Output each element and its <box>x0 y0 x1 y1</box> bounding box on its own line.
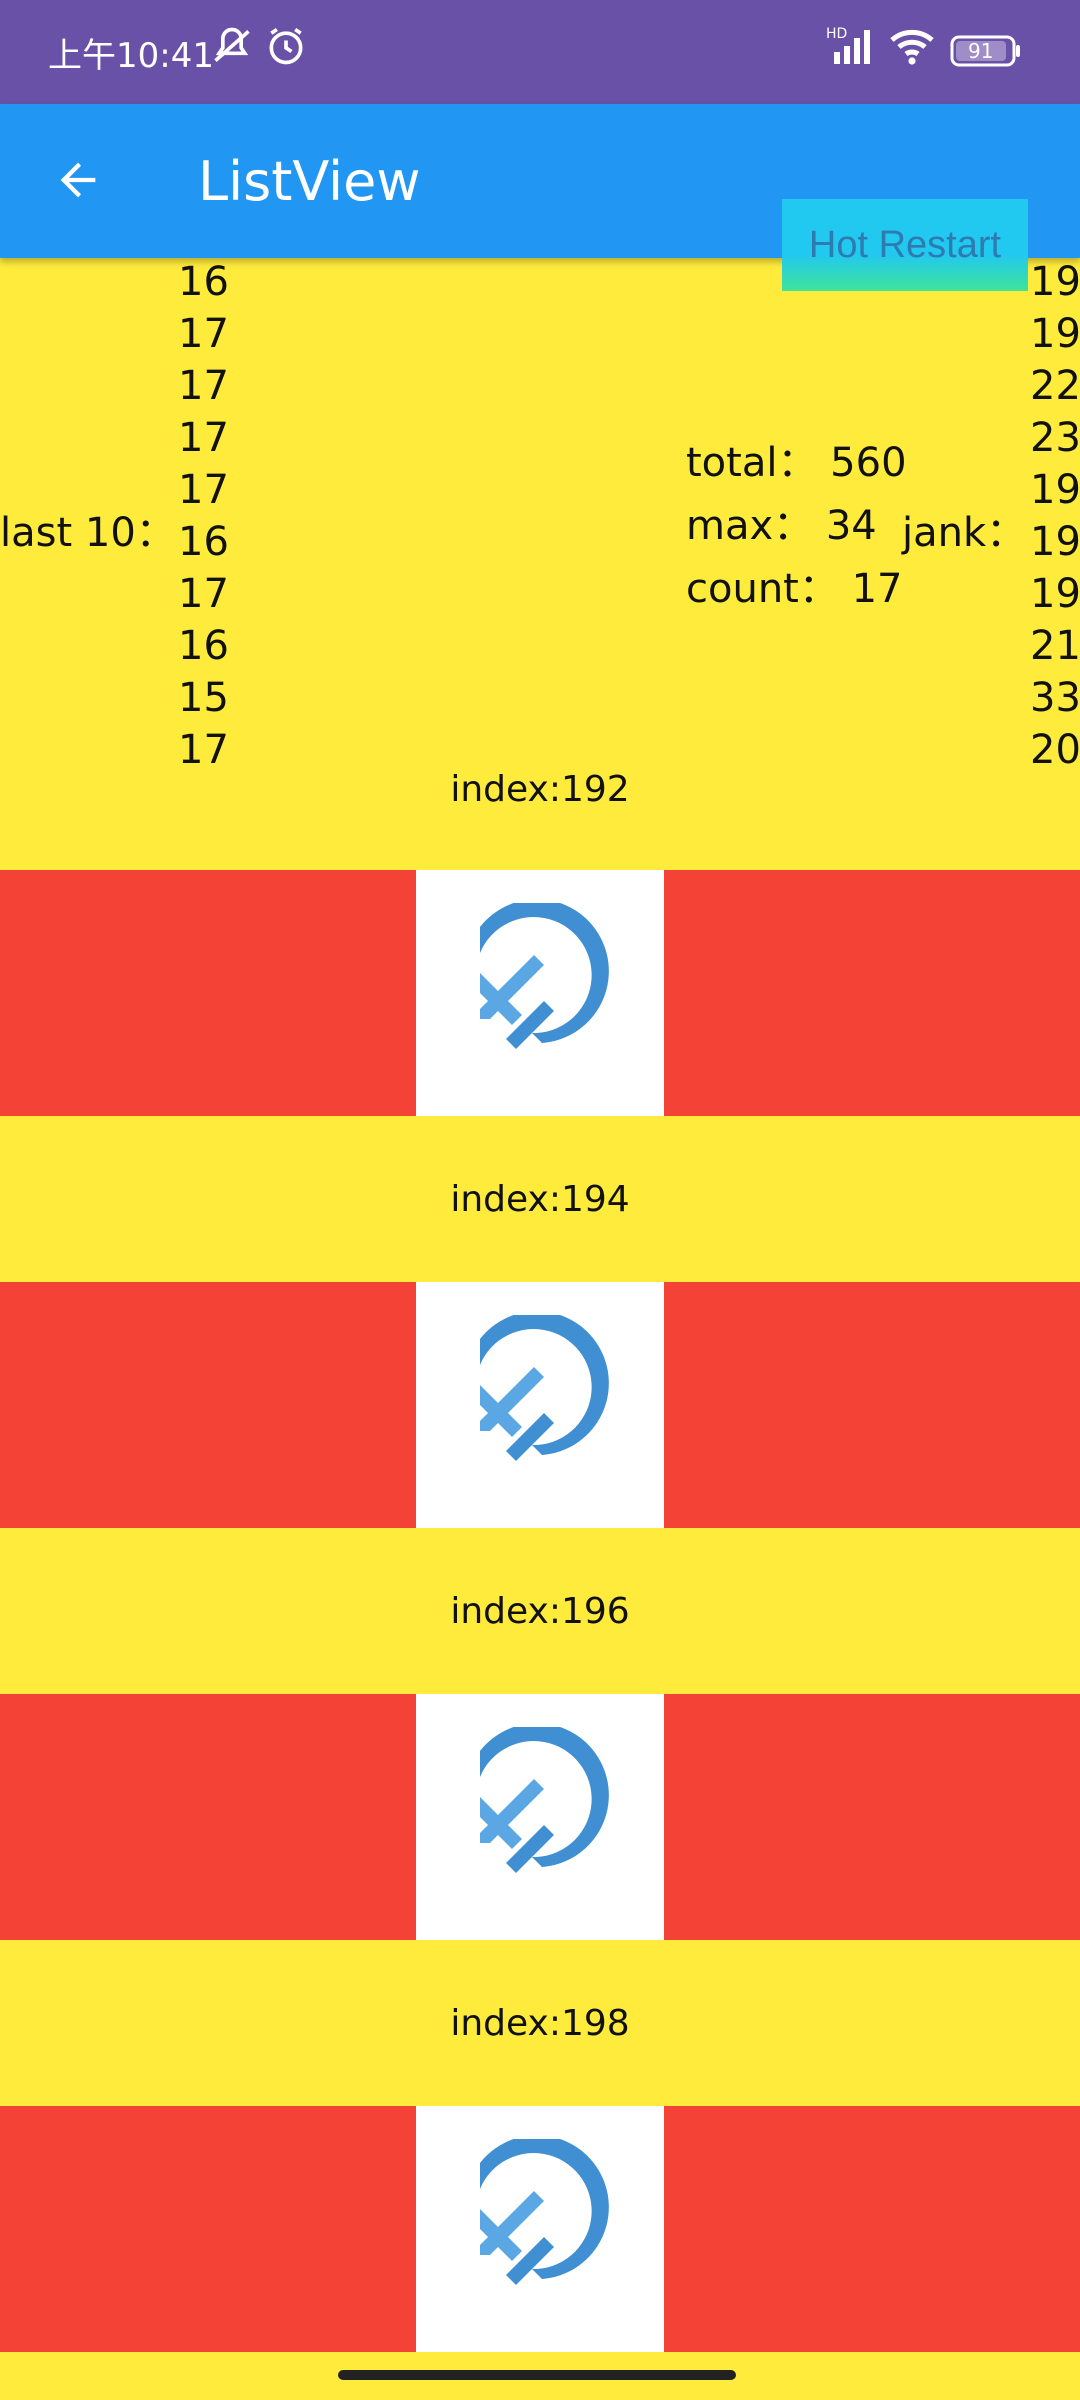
list-item: index:194 <box>0 1116 1080 1282</box>
last10-value: 17 <box>178 727 229 773</box>
list-item <box>0 2106 1080 2352</box>
list-item <box>0 1694 1080 1940</box>
jank-value: 22 <box>1030 363 1080 409</box>
count-value: count： 17 <box>686 566 903 612</box>
last10-values: 16 17 17 17 17 16 17 16 15 17 <box>178 256 229 776</box>
jank-value: 19 <box>1030 571 1080 617</box>
hot-restart-button[interactable]: Hot Restart <box>782 199 1028 291</box>
page-title: ListView <box>198 150 421 213</box>
flutter-logo-icon <box>480 1727 609 1873</box>
list-item: index:196 <box>0 1528 1080 1694</box>
total-value: total： 560 <box>686 440 907 486</box>
list-item-label: index:194 <box>450 1178 630 1220</box>
last10-value: 17 <box>178 415 229 461</box>
jank-value: 19 <box>1030 467 1080 513</box>
jank-value: 19 <box>1030 519 1080 565</box>
flutter-logo-icon <box>480 1315 609 1461</box>
jank-label: jank： <box>902 510 1027 556</box>
jank-value: 21 <box>1030 623 1080 669</box>
image-box <box>416 2106 664 2352</box>
last10-label: last 10： <box>0 510 176 556</box>
last10-value: 16 <box>178 259 229 305</box>
last10-value: 17 <box>178 571 229 617</box>
list-item-label: index:198 <box>450 2002 630 2044</box>
list-item <box>0 870 1080 1116</box>
jank-value: 23 <box>1030 415 1080 461</box>
image-box <box>416 1694 664 1940</box>
jank-value: 33 <box>1030 675 1080 721</box>
jank-value: 19 <box>1030 311 1080 357</box>
list-item <box>0 1282 1080 1528</box>
jank-values: 19 19 22 23 19 19 19 21 33 20 <box>1030 256 1080 776</box>
jank-value: 19 <box>1030 259 1080 305</box>
last10-value: 15 <box>178 675 229 721</box>
last10-value: 17 <box>178 363 229 409</box>
max-value: max： 34 <box>686 503 877 549</box>
flutter-logo-icon <box>480 2139 609 2285</box>
arrow-back-icon <box>60 162 96 198</box>
list-item-label: index:196 <box>450 1590 630 1632</box>
image-box <box>416 870 664 1116</box>
last10-value: 17 <box>178 311 229 357</box>
back-button[interactable] <box>36 138 120 222</box>
perf-summary: total： 560 max： 34 count： 17 <box>686 432 907 621</box>
last10-value: 17 <box>178 467 229 513</box>
list-item: index:198 <box>0 1940 1080 2106</box>
hot-restart-label: Hot Restart <box>808 223 1002 266</box>
last10-value: 16 <box>178 623 229 669</box>
last10-value: 16 <box>178 519 229 565</box>
jank-value: 20 <box>1030 727 1080 773</box>
flutter-logo-icon <box>480 903 609 1049</box>
image-box <box>416 1282 664 1528</box>
gesture-nav-handle[interactable] <box>338 2370 736 2380</box>
